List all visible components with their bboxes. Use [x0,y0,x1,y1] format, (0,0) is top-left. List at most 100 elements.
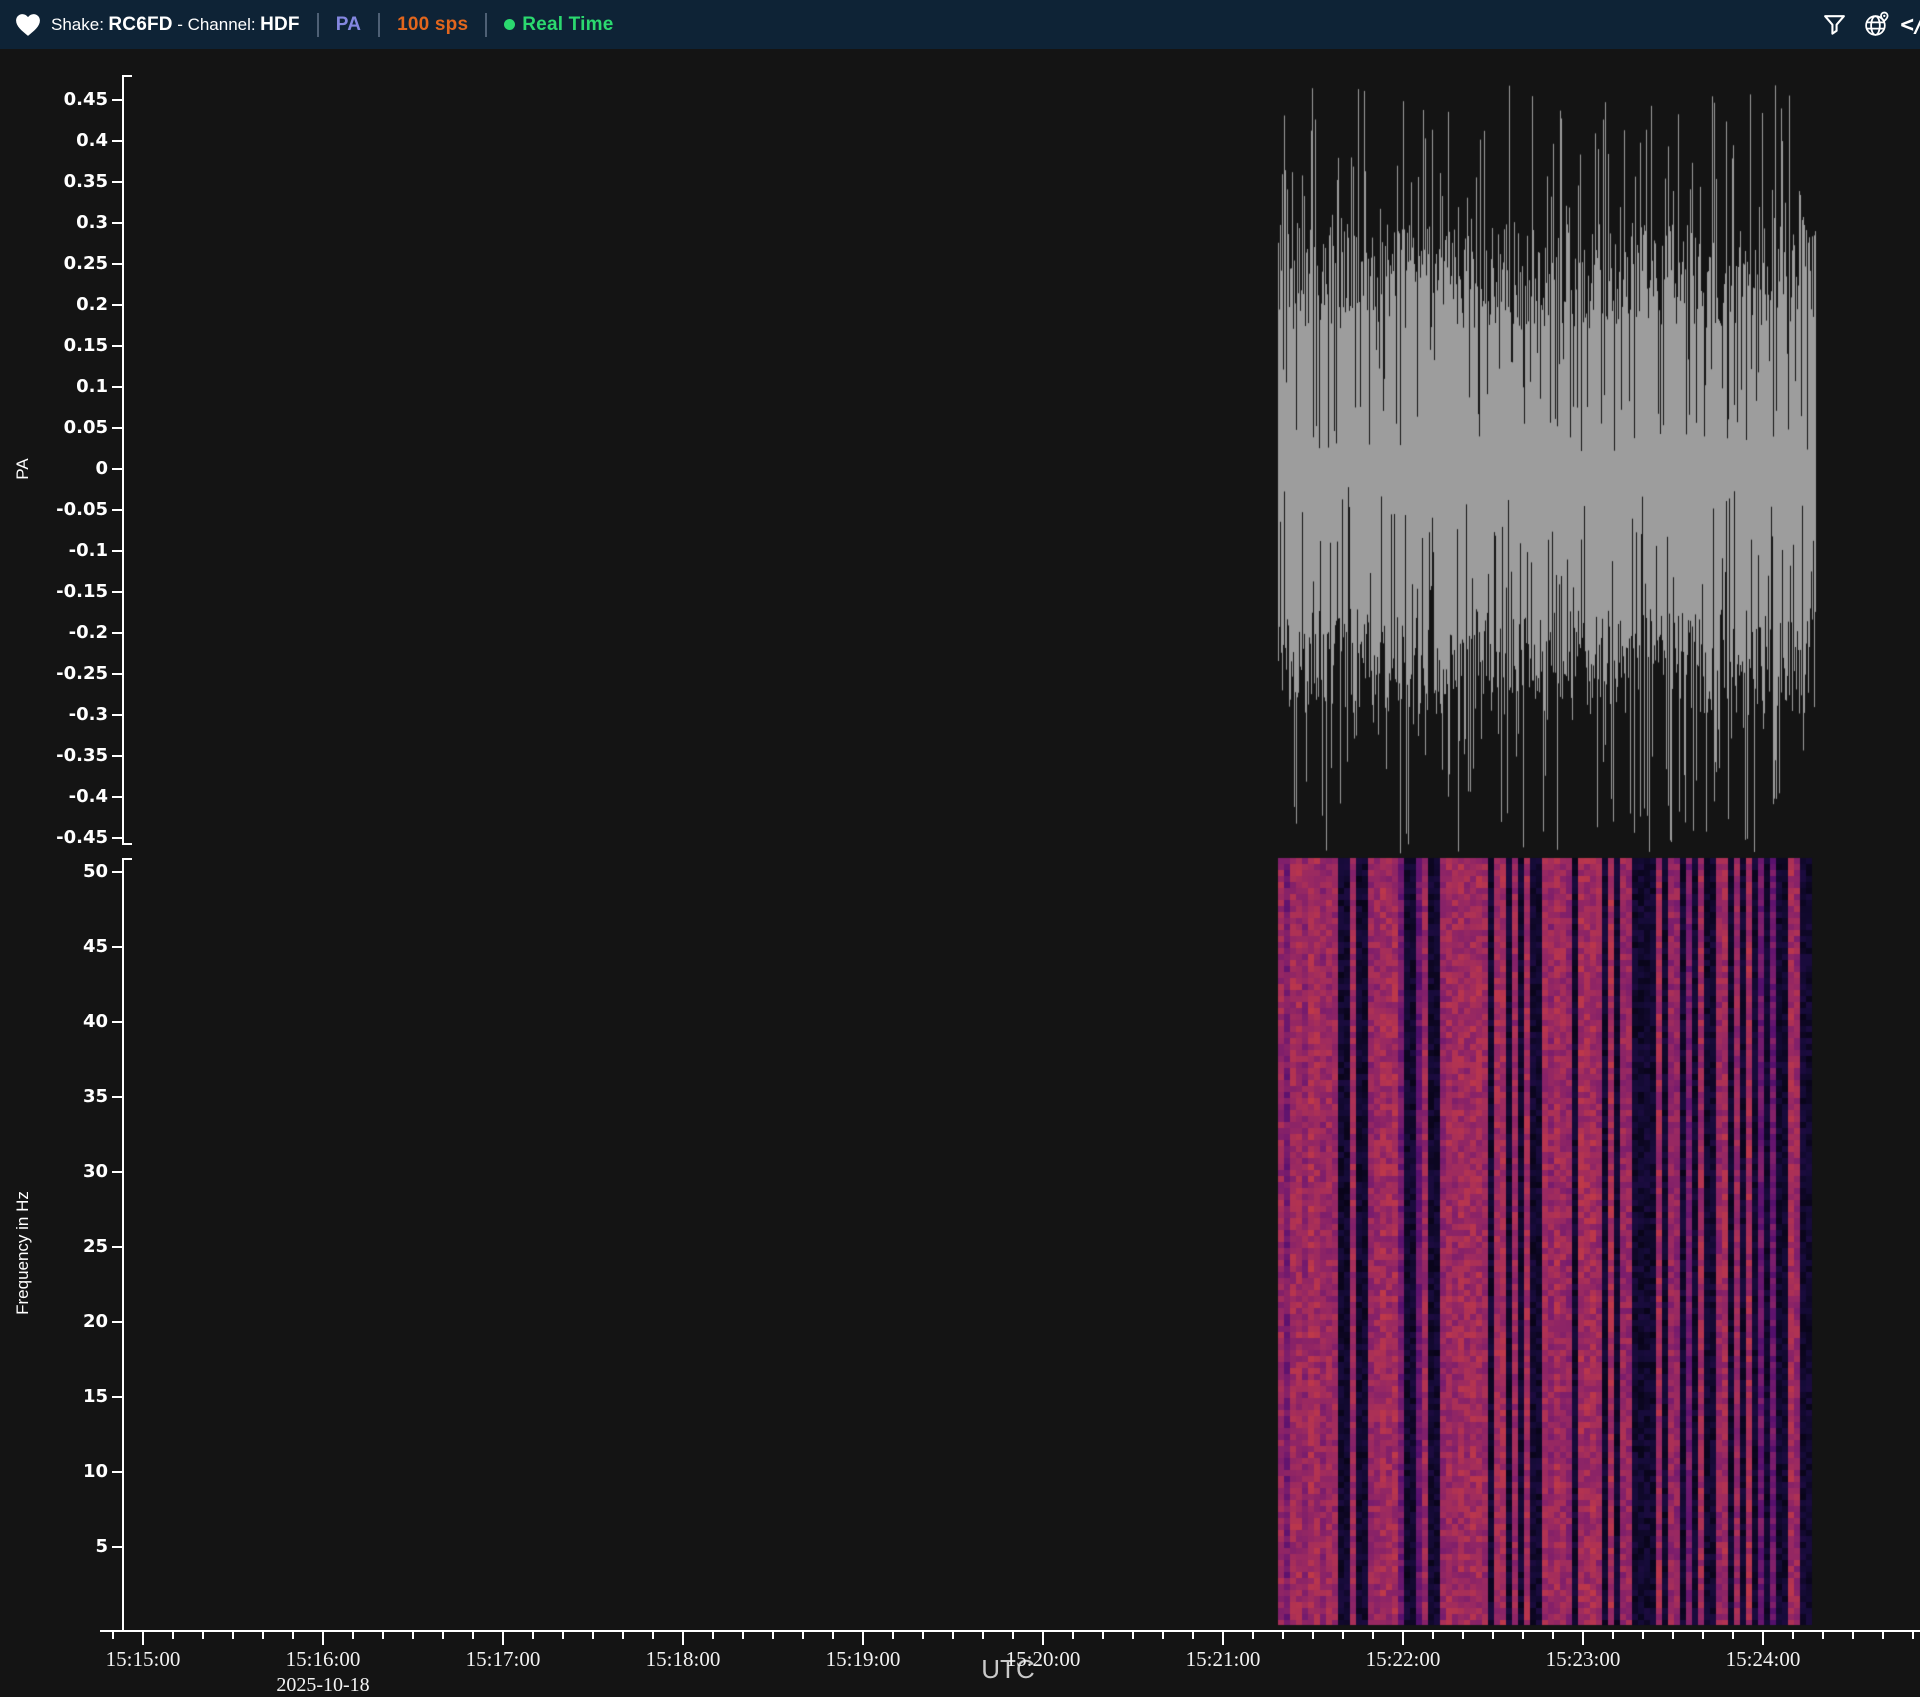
waveform-y-axis-cap [122,75,132,77]
x-tick-label: 15:22:00 [1365,1647,1441,1671]
code-icon[interactable]: </> [1900,11,1920,39]
x-tick-label: 15:23:00 [1545,1647,1621,1671]
x-tick-minor [232,1632,234,1639]
y-tick [112,1471,122,1473]
x-tick-minor [112,1632,114,1639]
x-tick-major [1042,1632,1044,1645]
x-tick-label: 15:24:00 [1725,1647,1801,1671]
x-tick-minor [1552,1632,1554,1639]
y-tick [112,509,122,511]
y-tick-label: -0.45 [56,827,108,848]
y-tick-label: 10 [82,1461,108,1482]
x-tick-minor [352,1632,354,1639]
heart-icon[interactable] [14,11,42,39]
channel-id: HDF [260,13,300,35]
waveform-y-axis-cap [122,843,132,845]
x-axis-date-label: 2025-10-18 [276,1674,370,1696]
waveform-y-axis-title: PA [13,458,32,480]
x-tick-minor [1612,1632,1614,1639]
x-tick-minor [652,1632,654,1639]
station-id: RC6FD [108,13,173,35]
x-tick-minor [1732,1632,1734,1639]
header-bar: Shake: RC6FD - Channel: HDF PA 100 sps R… [0,0,1920,49]
x-tick-minor [1462,1632,1464,1639]
x-tick-major [1222,1632,1224,1645]
filter-icon[interactable] [1820,11,1848,39]
x-tick-minor [202,1632,204,1639]
y-tick-label: 5 [95,1536,108,1557]
waveform-plot[interactable] [123,50,1918,856]
y-tick [112,1021,122,1023]
y-tick [112,946,122,948]
y-tick [112,714,122,716]
x-tick-minor [1912,1632,1914,1639]
y-tick-label: -0.35 [56,745,108,766]
y-tick [112,1096,122,1098]
y-tick-label: 0.2 [76,294,108,315]
y-tick-label: 0.25 [63,253,108,274]
x-tick-minor [1102,1632,1104,1639]
y-tick [112,1321,122,1323]
x-tick-minor [1702,1632,1704,1639]
station-info: Shake: RC6FD - Channel: HDF PA 100 sps R… [14,11,613,39]
y-tick [112,99,122,101]
y-tick [112,837,122,839]
y-tick-label: -0.3 [68,704,108,725]
y-tick-label: -0.05 [56,499,108,520]
y-tick [112,796,122,798]
x-tick-major [322,1632,324,1645]
y-tick-label: 25 [82,1236,108,1257]
x-tick-minor [1432,1632,1434,1639]
x-tick-major [682,1632,684,1645]
sample-rate: 100 sps [397,13,469,35]
y-tick [112,871,122,873]
y-tick-label: 0.05 [63,417,108,438]
y-tick [112,181,122,183]
x-tick-major [1762,1632,1764,1645]
y-tick [112,1171,122,1173]
x-tick-minor [1162,1632,1164,1639]
x-tick-minor [1342,1632,1344,1639]
x-tick-minor [1672,1632,1674,1639]
x-tick-minor [1132,1632,1134,1639]
x-tick-minor [1852,1632,1854,1639]
y-tick [112,550,122,552]
x-tick-minor [832,1632,834,1639]
x-tick-major [1582,1632,1584,1645]
y-tick-label: -0.2 [68,622,108,643]
x-tick-major [862,1632,864,1645]
x-tick-minor [382,1632,384,1639]
spectrogram-y-axis-cap [122,858,132,860]
x-tick-label: 15:18:00 [645,1647,721,1671]
x-tick-minor [1282,1632,1284,1639]
x-tick-minor [1192,1632,1194,1639]
x-tick-minor [1822,1632,1824,1639]
y-tick-label: 20 [82,1311,108,1332]
y-tick-label: 30 [82,1161,108,1182]
x-tick-minor [1072,1632,1074,1639]
x-tick-minor [172,1632,174,1639]
x-tick-minor [1522,1632,1524,1639]
x-tick-label: 15:17:00 [465,1647,541,1671]
x-tick-major [142,1632,144,1645]
x-tick-minor [1792,1632,1794,1639]
x-tick-minor [1642,1632,1644,1639]
x-tick-minor [1492,1632,1494,1639]
y-tick-label: 0 [95,458,108,479]
spectrogram-plot[interactable] [123,850,1918,1640]
y-tick [112,591,122,593]
y-tick-label: 40 [82,1011,108,1032]
x-tick-label: 15:19:00 [825,1647,901,1671]
y-tick [112,1396,122,1398]
x-tick-minor [922,1632,924,1639]
x-tick-minor [802,1632,804,1639]
spectrogram-y-axis-title: Frequency in Hz [13,1191,32,1315]
x-tick-label: 15:15:00 [105,1647,181,1671]
divider [378,12,381,37]
x-tick-minor [1012,1632,1014,1639]
y-tick [112,263,122,265]
y-tick [112,468,122,470]
globe-pin-icon[interactable] [1862,11,1890,39]
y-tick [112,632,122,634]
divider [485,12,488,37]
